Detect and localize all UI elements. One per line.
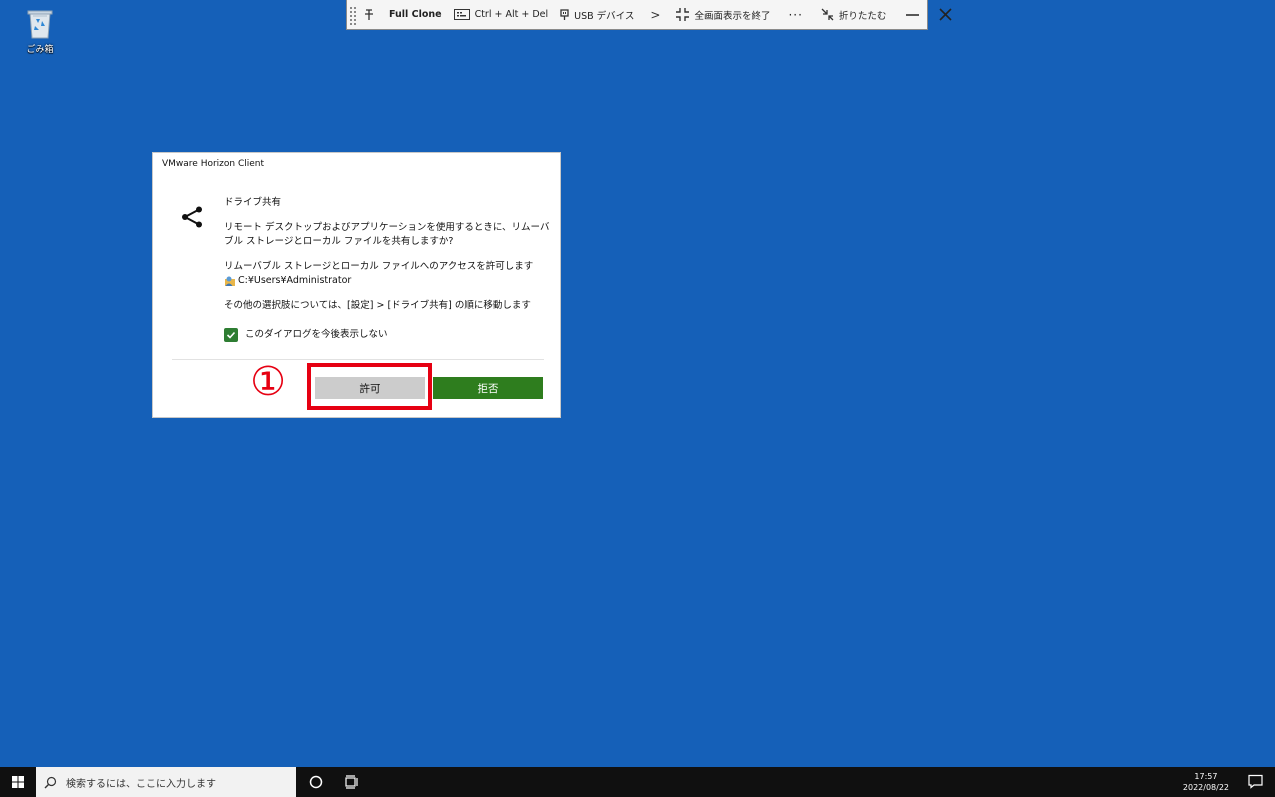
collapse-toolbar-button[interactable]: 折りたたむ xyxy=(815,0,893,29)
task-view-button[interactable] xyxy=(334,767,370,797)
share-icon xyxy=(182,206,202,228)
usb-submenu-arrow[interactable]: > xyxy=(640,0,670,29)
user-folder-icon xyxy=(225,276,235,287)
close-button[interactable] xyxy=(929,0,962,29)
dont-show-again-row[interactable]: このダイアログを今後表示しない xyxy=(224,328,554,343)
task-view-icon xyxy=(345,775,358,789)
other-options-text: その他の選択肢については、[設定] > [ドライブ共有] の順に移動します xyxy=(224,299,531,311)
exit-fullscreen-button[interactable]: 全画面表示を終了 xyxy=(670,0,776,29)
windows-logo-icon xyxy=(12,776,24,788)
notification-icon xyxy=(1248,774,1263,789)
drag-handle-icon[interactable] xyxy=(349,4,357,26)
recycle-bin-icon xyxy=(27,10,53,39)
usb-icon xyxy=(560,8,569,21)
usb-text: USB デバイス xyxy=(574,10,635,22)
horizon-toolbar: Full Clone Ctrl + Alt + Del USB デバイス > 全… xyxy=(346,0,953,30)
cortana-circle-icon xyxy=(309,775,323,789)
dialog-title: VMware Horizon Client xyxy=(162,159,265,169)
dialog-body: ドライブ共有 リモート デスクトップおよびアプリケーションを使用するときに、リム… xyxy=(224,196,554,343)
ctrl-alt-del-button[interactable]: Ctrl + Alt + Del xyxy=(448,0,555,29)
checkmark-icon xyxy=(226,332,236,339)
shared-path: C:¥Users¥Administrator xyxy=(238,275,352,286)
collapse-text: 折りたたむ xyxy=(838,10,887,22)
close-icon xyxy=(939,8,953,21)
deny-button[interactable]: 拒否 xyxy=(433,377,543,399)
search-placeholder: 検索するには、ここに入力します xyxy=(66,778,216,790)
recycle-bin-shortcut[interactable]: ごみ箱 xyxy=(18,6,62,55)
highlight-box xyxy=(307,363,432,410)
keyboard-icon xyxy=(453,9,470,20)
more-icon: ··· xyxy=(788,7,803,22)
ctrl-alt-del-text: Ctrl + Alt + Del xyxy=(474,9,549,20)
step-number-annotation: ① xyxy=(250,359,286,405)
full-clone-label: Full Clone xyxy=(383,0,448,29)
dialog-question: リモート デスクトップおよびアプリケーションを使用するときに、リムーバブル スト… xyxy=(224,221,550,248)
collapse-icon xyxy=(821,8,834,21)
cortana-button[interactable] xyxy=(298,767,334,797)
system-clock[interactable]: 17:57 2022/08/22 xyxy=(1183,767,1229,797)
minimize-icon xyxy=(906,14,920,16)
full-clone-text: Full Clone xyxy=(389,9,442,20)
dialog-heading: ドライブ共有 xyxy=(224,197,282,208)
pin-button[interactable] xyxy=(357,0,383,29)
dont-show-again-checkbox[interactable] xyxy=(224,328,238,343)
search-icon xyxy=(44,776,57,789)
dont-show-again-label: このダイアログを今後表示しない xyxy=(245,329,388,340)
clock-date: 2022/08/22 xyxy=(1182,783,1229,792)
clock-time: 17:57 xyxy=(1194,772,1218,781)
allow-access-text: リムーバブル ストレージとローカル ファイルへのアクセスを許可します xyxy=(224,260,534,272)
recycle-bin-label: ごみ箱 xyxy=(26,45,54,55)
shared-path-row: C:¥Users¥Administrator xyxy=(224,274,554,289)
minimize-button[interactable] xyxy=(892,0,929,29)
chevron-right-icon: > xyxy=(650,7,661,22)
dialog-divider xyxy=(172,359,544,360)
notification-center-button[interactable] xyxy=(1248,774,1263,793)
start-button[interactable] xyxy=(0,767,36,797)
exit-fullscreen-icon xyxy=(676,8,690,21)
usb-devices-button[interactable]: USB デバイス xyxy=(554,0,640,29)
exit-fullscreen-text: 全画面表示を終了 xyxy=(694,10,771,22)
taskbar: 検索するには、ここに入力します 17:57 2022/08/22 xyxy=(0,767,1275,797)
overflow-menu-button[interactable]: ··· xyxy=(776,0,814,29)
pin-icon xyxy=(365,8,373,20)
taskbar-search-box[interactable]: 検索するには、ここに入力します xyxy=(36,767,296,797)
